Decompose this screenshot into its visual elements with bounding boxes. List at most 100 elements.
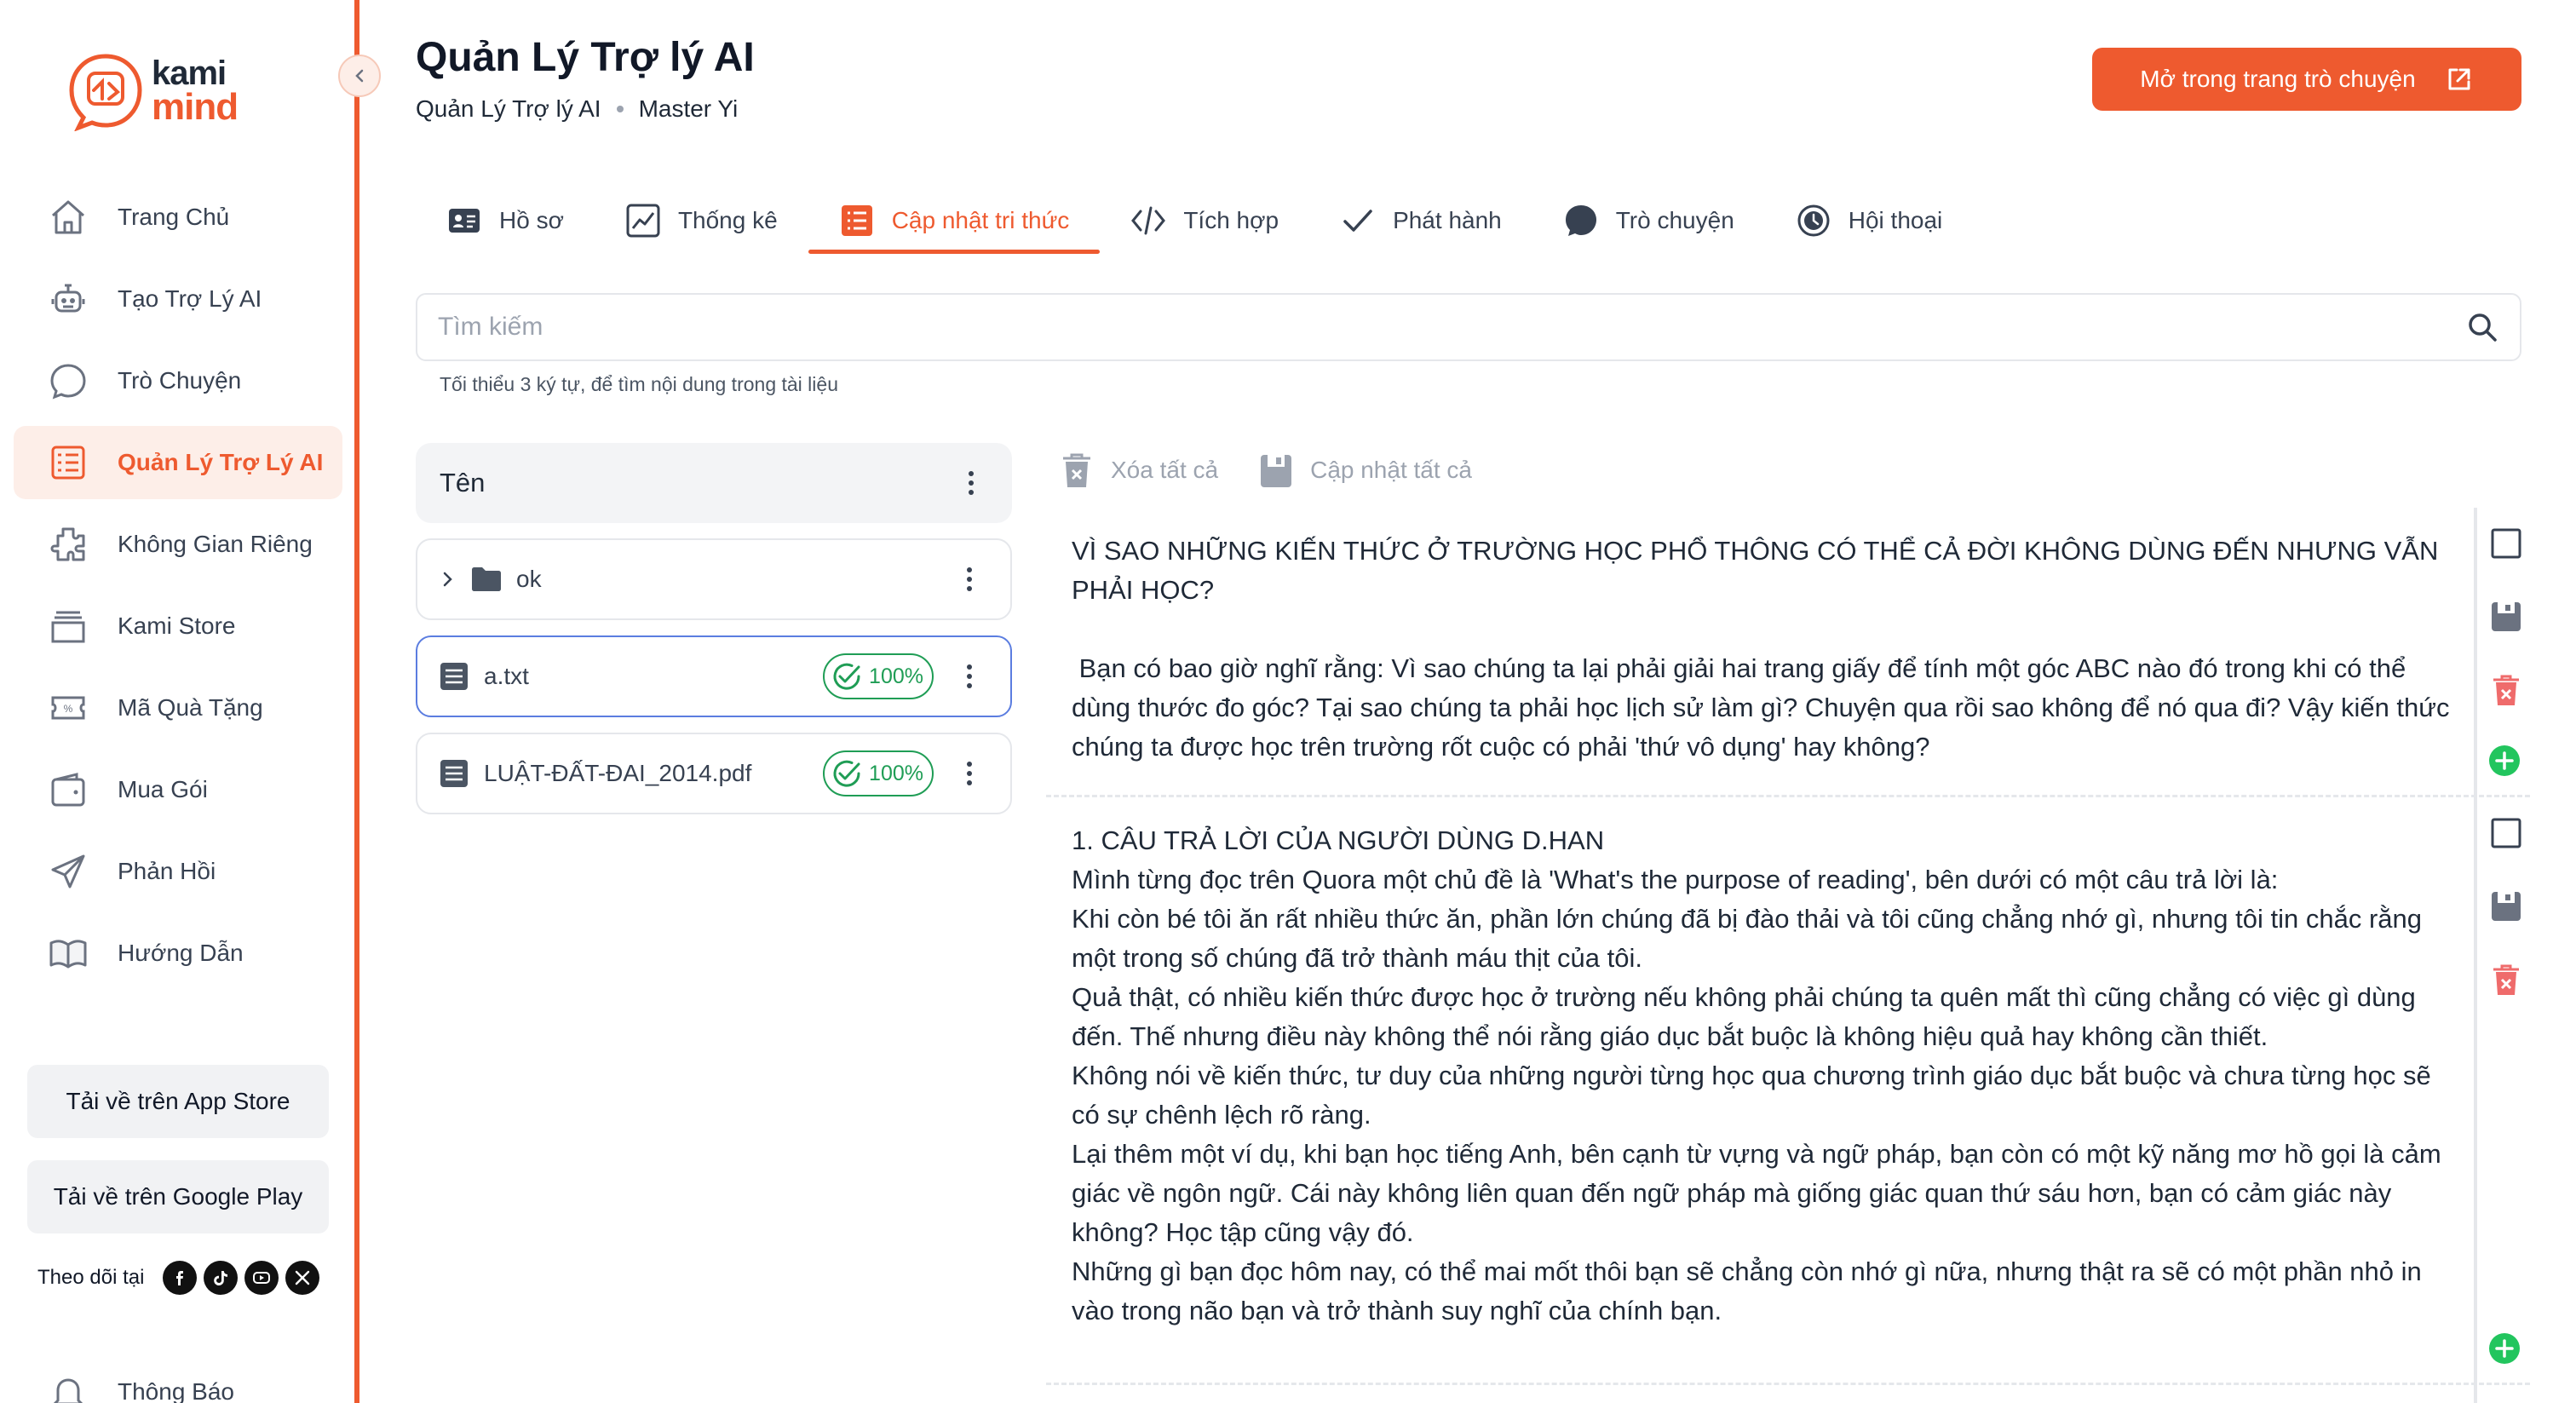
add-chunk-icon[interactable]	[2487, 744, 2521, 778]
chunk-tools	[2482, 523, 2530, 743]
file-row[interactable]: a.txt 100%	[416, 635, 1012, 717]
delete-all-button[interactable]: Xóa tất cả	[1060, 451, 1218, 489]
coupon-icon: %	[51, 696, 85, 720]
logo-line2: mind	[152, 86, 239, 128]
follow-label: Theo dõi tại	[37, 1266, 145, 1289]
chat-icon	[1565, 205, 1596, 236]
sidebar-item-label: Trang Chủ	[118, 204, 230, 230]
more-options-icon[interactable]	[952, 659, 986, 693]
tab-integration[interactable]: Tích hợp	[1100, 187, 1309, 254]
tab-label: Tích hợp	[1183, 207, 1279, 233]
store-icon	[51, 611, 85, 643]
sidebar-item-buy-plan[interactable]: Mua Gói	[14, 753, 342, 826]
sidebar-item-guide[interactable]: Hướng Dẫn	[14, 917, 342, 990]
tab-statistics[interactable]: Thống kê	[595, 187, 808, 254]
tab-bar: Hồ sơ Thống kê Cập nhật tri thức Tích hợ…	[416, 187, 1973, 254]
sidebar-item-create-ai[interactable]: Tạo Trợ Lý AI	[14, 262, 342, 336]
chunk-checkbox[interactable]	[2486, 523, 2527, 564]
logo-line1: kami	[152, 55, 227, 92]
sidebar-item-private-space[interactable]: Không Gian Riêng	[14, 508, 342, 581]
facebook-icon[interactable]	[163, 1261, 198, 1295]
tab-label: Thống kê	[677, 207, 778, 233]
sidebar-item-label: Mã Quà Tặng	[118, 694, 263, 721]
tab-label: Trò chuyện	[1615, 207, 1734, 233]
progress-badge: 100%	[823, 653, 934, 699]
wallet-icon	[51, 773, 85, 807]
trash-icon[interactable]	[2486, 959, 2527, 1000]
bell-icon	[53, 1378, 83, 1403]
tab-label: Cập nhật tri thức	[891, 207, 1070, 233]
update-all-label: Cập nhật tất cả	[1310, 457, 1472, 483]
sidebar-item-label: Trò Chuyện	[118, 367, 242, 394]
sidebar-item-label: Quản Lý Trợ Lý AI	[118, 449, 324, 475]
sidebar-item-gift-code[interactable]: % Mã Quà Tặng	[14, 671, 342, 745]
update-all-button[interactable]: Cập nhật tất cả	[1259, 451, 1472, 489]
chunk-text[interactable]: 1. CÂU TRẢ LỜI CỦA NGƯỜI DÙNG D.HAN Mình…	[1072, 821, 2462, 1331]
chevron-right-icon[interactable]	[438, 570, 457, 589]
chart-icon	[626, 204, 660, 238]
tiktok-icon[interactable]	[204, 1261, 239, 1295]
breadcrumb: Quản Lý Trợ lý AI Master Yi	[416, 95, 738, 123]
add-chunk-icon[interactable]	[2487, 1331, 2521, 1366]
file-row[interactable]: LUẬT-ĐẤT-ĐAI_2014.pdf 100%	[416, 733, 1012, 814]
app-store-button[interactable]: Tải về trên App Store	[27, 1065, 329, 1138]
send-icon	[51, 854, 85, 888]
tab-chat[interactable]: Trò chuyện	[1532, 187, 1765, 254]
google-play-button[interactable]: Tải về trên Google Play	[27, 1160, 329, 1233]
sidebar-item-chat[interactable]: Trò Chuyện	[14, 344, 342, 417]
sidebar-item-feedback[interactable]: Phản Hồi	[14, 835, 342, 908]
history-icon	[1797, 204, 1830, 237]
chunk-text[interactable]: VÌ SAO NHỮNG KIẾN THỨC Ở TRƯỜNG HỌC PHỔ …	[1072, 532, 2462, 767]
more-options-icon[interactable]	[954, 466, 988, 500]
sidebar-item-notifications[interactable]: Thông Báo	[48, 1371, 234, 1403]
save-icon	[1261, 455, 1292, 487]
progress-badge: 100%	[823, 750, 934, 796]
youtube-icon[interactable]	[244, 1261, 279, 1295]
tab-profile[interactable]: Hồ sơ	[416, 187, 595, 254]
progress-value: 100%	[869, 761, 923, 785]
kamimind-logo-icon	[69, 54, 142, 131]
x-twitter-icon[interactable]	[285, 1261, 320, 1295]
save-icon[interactable]	[2486, 596, 2527, 637]
trash-icon	[1063, 453, 1090, 487]
sidebar-item-home[interactable]: Trang Chủ	[14, 181, 342, 254]
search-box	[416, 293, 2521, 361]
trash-icon[interactable]	[2486, 670, 2527, 710]
sidebar-item-kami-store[interactable]: Kami Store	[14, 589, 342, 663]
breadcrumb-item[interactable]: Quản Lý Trợ lý AI	[416, 95, 601, 123]
social-follow: Theo dõi tại	[37, 1261, 320, 1295]
folder-icon	[472, 567, 501, 591]
check-icon	[1343, 210, 1372, 232]
chat-bubble-icon	[50, 364, 86, 400]
tab-label: Hội thoại	[1848, 207, 1943, 233]
more-options-icon[interactable]	[952, 562, 986, 596]
search-icon[interactable]	[2465, 310, 2499, 344]
folder-row[interactable]: ok	[416, 538, 1012, 620]
home-icon	[52, 200, 84, 234]
puzzle-icon	[50, 527, 85, 561]
list-icon	[51, 446, 85, 480]
tab-conversations[interactable]: Hội thoại	[1765, 187, 1974, 254]
file-name: LUẬT-ĐẤT-ĐAI_2014.pdf	[484, 760, 752, 786]
page-title: Quản Lý Trợ lý AI	[416, 35, 755, 80]
save-icon[interactable]	[2486, 886, 2527, 927]
sidebar-item-label: Thông Báo	[118, 1378, 234, 1403]
sidebar: kami mind Trang Chủ Tạo Trợ Lý AI Trò Ch…	[0, 0, 354, 1403]
external-link-icon	[2448, 68, 2470, 90]
tab-knowledge-update[interactable]: Cập nhật tri thức	[808, 187, 1101, 254]
tab-publish[interactable]: Phát hành	[1309, 187, 1532, 254]
chunk-tools	[2482, 813, 2530, 1032]
knowledge-chunks: VÌ SAO NHỮNG KIẾN THỨC Ở TRƯỜNG HỌC PHỔ …	[1046, 508, 2530, 1403]
more-options-icon[interactable]	[952, 756, 986, 791]
delete-all-label: Xóa tất cả	[1111, 457, 1219, 483]
code-icon	[1131, 206, 1166, 235]
chunk-checkbox[interactable]	[2486, 813, 2527, 854]
open-in-chat-button[interactable]: Mở trong trang trò chuyện	[2092, 48, 2521, 111]
kamimind-logo[interactable]: kami mind	[65, 49, 239, 131]
search-input[interactable]	[438, 313, 2465, 342]
main-content: Quản Lý Trợ lý AI Quản Lý Trợ lý AI Mast…	[359, 0, 2576, 1403]
content-actions: Xóa tất cả Cập nhật tất cả	[1060, 451, 1513, 489]
check-circle-icon	[833, 760, 860, 787]
sidebar-item-manage-ai[interactable]: Quản Lý Trợ Lý AI	[14, 426, 342, 499]
open-in-chat-label: Mở trong trang trò chuyện	[2140, 66, 2416, 92]
